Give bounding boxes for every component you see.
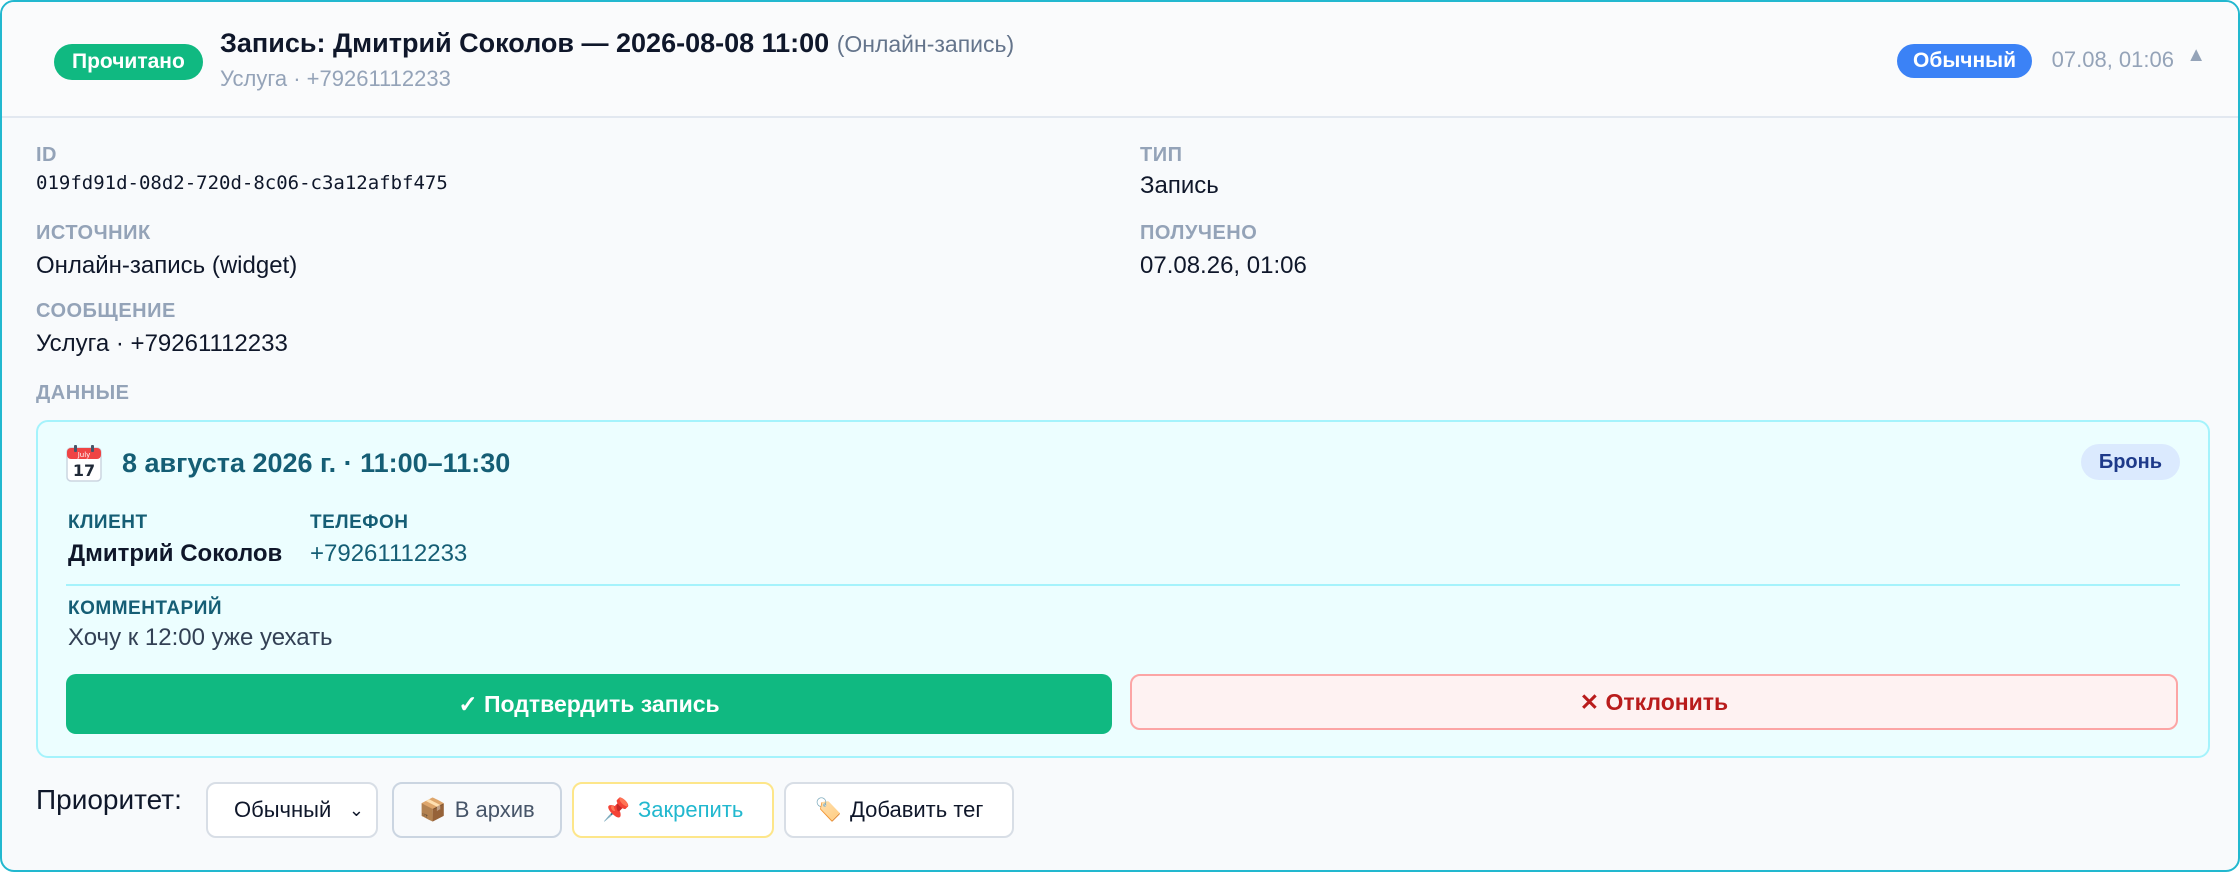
id-label: ID — [36, 144, 57, 166]
pin-button[interactable]: 📌 Закрепить — [572, 782, 774, 838]
request-card: Прочитано Запись: Дмитрий Соколов — 2026… — [0, 0, 2240, 872]
priority-select-value: Обычный — [234, 797, 332, 822]
data-label: ДАННЫЕ — [36, 382, 130, 404]
comment-value: Хочу к 12:00 уже уехать — [68, 624, 333, 651]
confirm-booking-button[interactable]: ✓ Подтвердить запись — [66, 674, 1112, 734]
received-value: 07.08.26, 01:06 — [1140, 252, 1307, 279]
booking-divider — [66, 584, 2180, 586]
id-value: 019fd91d-08d2-720d-8c06-c3a12afbf475 — [36, 172, 448, 194]
chevron-down-icon: ⌄ — [348, 800, 364, 820]
type-label: ТИП — [1140, 144, 1183, 166]
phone-label: ТЕЛЕФОН — [310, 512, 409, 533]
card-title-source: (Онлайн-запись) — [836, 31, 1015, 57]
message-label: СООБЩЕНИЕ — [36, 300, 176, 322]
pin-button-label: Закрепить — [638, 797, 744, 822]
card-subtitle: Услуга · +79261112233 — [220, 66, 451, 91]
phone-value: +79261112233 — [310, 540, 468, 567]
booking-panel: July 17 8 августа 2026 г. · 11:00–11:30 … — [36, 420, 2210, 758]
add-tag-button-label: Добавить тег — [849, 797, 984, 822]
archive-button-label: В архив — [454, 797, 535, 822]
card-title-text: Запись: Дмитрий Соколов — 2026-08-08 11:… — [220, 28, 830, 58]
client-label: КЛИЕНТ — [68, 512, 148, 533]
add-tag-button[interactable]: 🏷️ Добавить тег — [784, 782, 1014, 838]
source-label: ИСТОЧНИК — [36, 222, 151, 244]
calendar-day-text: 17 — [73, 461, 95, 480]
priority-select[interactable]: Обычный ⌄ — [206, 782, 378, 838]
header-timestamp: 07.08, 01:06 — [2051, 47, 2174, 72]
tag-icon: 🏷️ — [814, 797, 842, 823]
booking-tag: Бронь — [2080, 444, 2180, 480]
calendar-month-text: July — [77, 451, 91, 459]
received-label: ПОЛУЧЕНО — [1140, 222, 1258, 244]
archive-button[interactable]: 📦 В архив — [392, 782, 562, 838]
card-title: Запись: Дмитрий Соколов — 2026-08-08 11:… — [220, 28, 1014, 59]
calendar-icon: July 17 — [66, 445, 102, 482]
package-icon: 📦 — [419, 797, 447, 823]
type-value: Запись — [1140, 172, 1219, 199]
booking-date-range: 8 августа 2026 г. · 11:00–11:30 — [122, 448, 511, 478]
message-value: Услуга · +79261112233 — [36, 330, 288, 357]
priority-badge: Обычный — [1897, 44, 2032, 78]
client-value: Дмитрий Соколов — [68, 540, 283, 567]
pin-icon: 📌 — [602, 797, 631, 823]
comment-label: КОММЕНТАРИЙ — [68, 598, 223, 619]
collapse-icon[interactable]: ▲ — [2186, 44, 2206, 67]
reject-booking-button[interactable]: ✕ Отклонить — [1130, 674, 2178, 730]
status-badge: Прочитано — [54, 44, 203, 80]
source-value: Онлайн-запись (widget) — [36, 252, 298, 279]
priority-label: Приоритет: — [36, 784, 182, 815]
card-header[interactable]: Прочитано Запись: Дмитрий Соколов — 2026… — [2, 2, 2238, 118]
